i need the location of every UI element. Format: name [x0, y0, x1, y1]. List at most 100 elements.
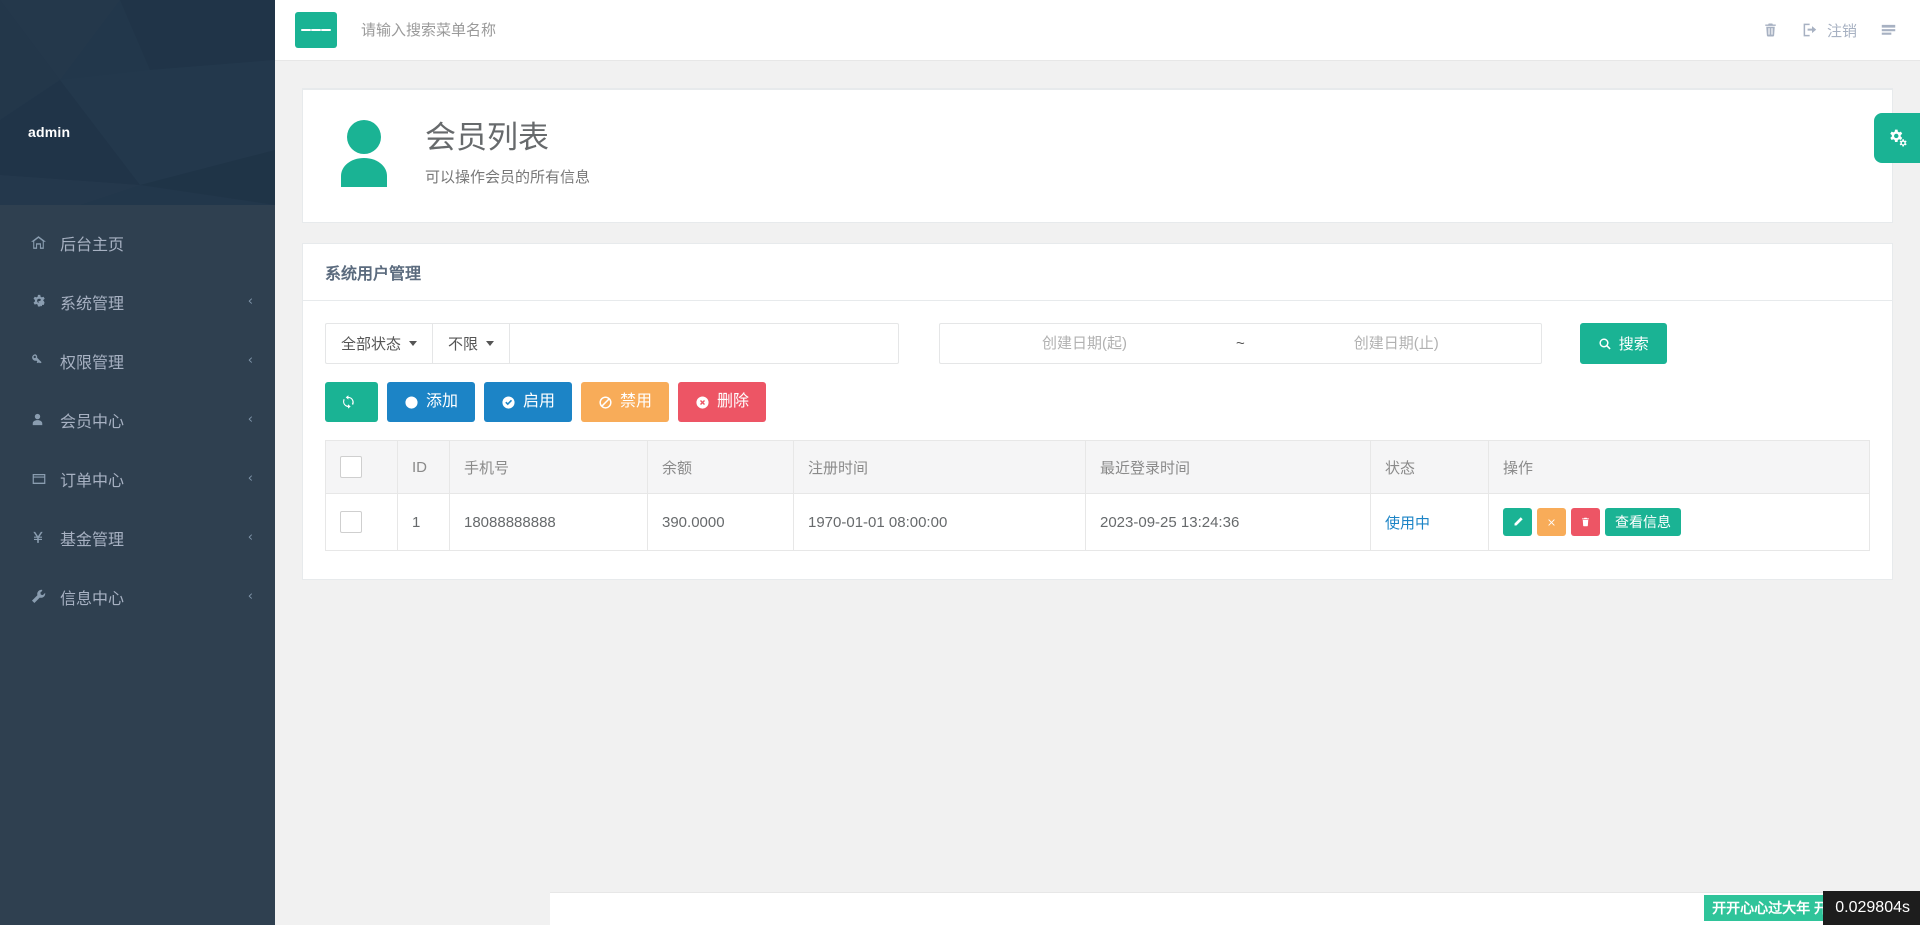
- ban-icon: [598, 395, 613, 410]
- cell-operations: 查看信息: [1489, 494, 1870, 551]
- date-end-input[interactable]: [1252, 323, 1542, 364]
- date-range-separator: ~: [1229, 323, 1252, 364]
- page-subtitle: 可以操作会员的所有信息: [425, 166, 590, 187]
- search-input[interactable]: [359, 21, 739, 40]
- delete-button[interactable]: 删除: [678, 382, 766, 422]
- pencil-icon: [1512, 516, 1524, 528]
- select-all-checkbox[interactable]: [340, 456, 362, 478]
- row-select-cell: [326, 494, 398, 551]
- scope-filter-label: 不限: [448, 333, 478, 354]
- keyword-input[interactable]: [509, 323, 899, 364]
- select-all-header: [326, 441, 398, 494]
- main-area: 注销 会员列表: [275, 0, 1920, 925]
- edit-row-button[interactable]: [1503, 508, 1532, 536]
- yen-icon: [30, 529, 56, 546]
- panel-heading: 系统用户管理: [303, 244, 1892, 301]
- row-checkbox[interactable]: [340, 511, 362, 533]
- gears-icon: [30, 293, 56, 311]
- chevron-left-icon: ‹: [248, 413, 253, 426]
- sidebar-item-label: 系统管理: [56, 290, 248, 314]
- logout-button[interactable]: 注销: [1801, 20, 1857, 41]
- trash-icon: [1580, 516, 1591, 528]
- sidebar-item-member[interactable]: 会员中心 ‹: [0, 390, 275, 449]
- search-button-label: 搜索: [1619, 333, 1649, 354]
- logout-label: 注销: [1827, 20, 1857, 41]
- add-button-label: 添加: [426, 394, 458, 410]
- sidebar-item-label: 信息中心: [56, 585, 248, 609]
- row-operations: 查看信息: [1503, 508, 1855, 536]
- status-badge[interactable]: 使用中: [1385, 515, 1430, 532]
- sidebar-item-order[interactable]: 订单中心 ‹: [0, 449, 275, 508]
- gears-icon: [1886, 127, 1908, 149]
- keyword-input-group: 全部状态 不限: [325, 323, 899, 364]
- disable-button[interactable]: 禁用: [581, 382, 669, 422]
- refresh-button[interactable]: [325, 382, 378, 422]
- disable-button-label: 禁用: [620, 394, 652, 410]
- date-start-input[interactable]: [939, 323, 1229, 364]
- cell-balance: 390.0000: [648, 494, 794, 551]
- topbar-actions: 注销: [1762, 20, 1898, 41]
- users-table: ID 手机号 余额 注册时间 最近登录时间 状态 操作: [325, 440, 1870, 551]
- col-id: ID: [398, 441, 450, 494]
- sidebar-item-fund[interactable]: 基金管理 ‹: [0, 508, 275, 567]
- search-button[interactable]: 搜索: [1580, 323, 1667, 364]
- page-header-text: 会员列表 可以操作会员的所有信息: [425, 122, 590, 188]
- add-button[interactable]: 添加: [387, 382, 475, 422]
- filter-row: 全部状态 不限 ~: [325, 323, 1870, 364]
- col-operations: 操作: [1489, 441, 1870, 494]
- date-range-group: ~: [939, 323, 1542, 364]
- sidebar: admin 后台主页 系统管理 ‹ 权限管理: [0, 0, 275, 925]
- sidebar-item-label: 基金管理: [56, 526, 248, 550]
- chevron-down-icon: [486, 341, 494, 346]
- sidebar-item-label: 会员中心: [56, 408, 248, 432]
- disable-row-button[interactable]: [1537, 508, 1566, 536]
- sign-out-icon: [1801, 21, 1819, 39]
- status-filter-dropdown[interactable]: 全部状态: [325, 323, 432, 364]
- col-status: 状态: [1371, 441, 1489, 494]
- cell-register-time: 1970-01-01 08:00:00: [794, 494, 1086, 551]
- enable-button-label: 启用: [523, 394, 555, 410]
- cell-last-login: 2023-09-25 13:24:36: [1086, 494, 1371, 551]
- wrench-icon: [30, 588, 56, 605]
- times-circle-icon: [695, 395, 710, 410]
- view-info-button[interactable]: 查看信息: [1605, 508, 1681, 536]
- chevron-down-icon: [409, 341, 417, 346]
- sidebar-profile: admin: [0, 0, 275, 205]
- sidebar-item-label: 权限管理: [56, 349, 248, 373]
- sidebar-item-permission[interactable]: 权限管理 ‹: [0, 331, 275, 390]
- chevron-left-icon: ‹: [248, 531, 253, 544]
- delete-button-label: 删除: [717, 394, 749, 410]
- window-icon: [30, 471, 56, 487]
- sidebar-nav: 后台主页 系统管理 ‹ 权限管理 ‹: [0, 205, 275, 626]
- sidebar-item-system[interactable]: 系统管理 ‹: [0, 272, 275, 331]
- chevron-left-icon: ‹: [248, 295, 253, 308]
- user-management-panel: 系统用户管理 全部状态 不限: [302, 243, 1893, 580]
- action-button-row: 添加 启用: [325, 382, 1870, 422]
- sidebar-item-home[interactable]: 后台主页: [0, 213, 275, 272]
- settings-side-tab[interactable]: [1874, 113, 1920, 163]
- hamburger-icon[interactable]: [295, 12, 337, 48]
- cell-phone: 18088888888: [450, 494, 648, 551]
- scope-filter-dropdown[interactable]: 不限: [432, 323, 509, 364]
- sidebar-item-info[interactable]: 信息中心 ‹: [0, 567, 275, 626]
- chevron-left-icon: ‹: [248, 472, 253, 485]
- table-body: 1 18088888888 390.0000 1970-01-01 08:00:…: [326, 494, 1870, 551]
- sidebar-item-label: 后台主页: [56, 231, 253, 255]
- trash-icon[interactable]: [1762, 21, 1779, 39]
- polygon-texture: [0, 0, 275, 205]
- delete-row-button[interactable]: [1571, 508, 1600, 536]
- table-head: ID 手机号 余额 注册时间 最近登录时间 状态 操作: [326, 441, 1870, 494]
- hamburger-bar: [301, 29, 311, 31]
- page-header-card: 会员列表 可以操作会员的所有信息: [302, 88, 1893, 223]
- list-icon[interactable]: [1879, 22, 1898, 39]
- enable-button[interactable]: 启用: [484, 382, 572, 422]
- key-icon: [30, 352, 56, 369]
- table-header-row: ID 手机号 余额 注册时间 最近登录时间 状态 操作: [326, 441, 1870, 494]
- render-timer: 0.029804s: [1823, 891, 1920, 925]
- chevron-left-icon: ‹: [248, 354, 253, 367]
- hamburger-bar: [321, 29, 331, 31]
- col-register-time: 注册时间: [794, 441, 1086, 494]
- col-balance: 余额: [648, 441, 794, 494]
- chevron-left-icon: ‹: [248, 590, 253, 603]
- times-icon: [1546, 517, 1557, 528]
